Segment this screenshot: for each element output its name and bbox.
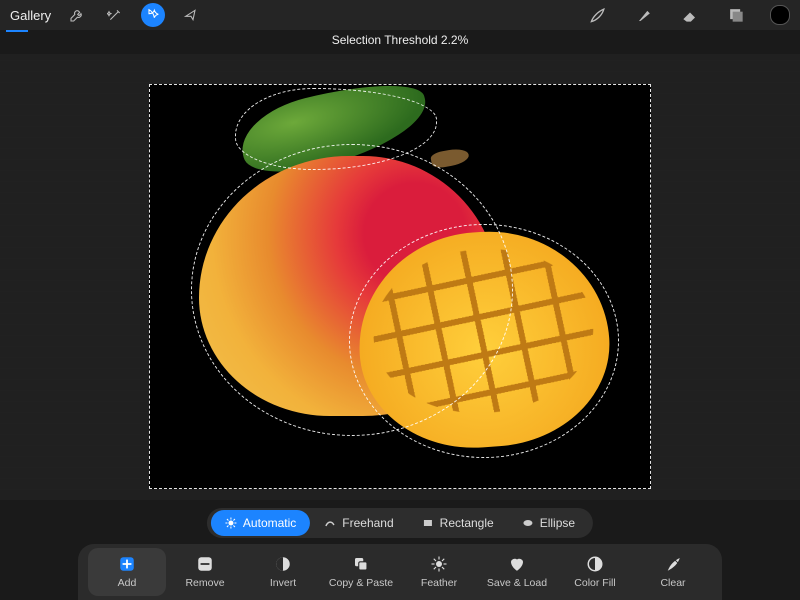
heart-icon (507, 555, 527, 573)
selection-marquee (149, 84, 651, 489)
action-label: Add (118, 577, 137, 589)
action-label: Copy & Paste (329, 577, 393, 589)
top-toolbar: Gallery (0, 0, 800, 30)
transform-arrow-icon[interactable] (179, 3, 203, 27)
gallery-button[interactable]: Gallery (10, 8, 51, 23)
action-invert[interactable]: Invert (244, 548, 322, 596)
action-add[interactable]: Add (88, 548, 166, 596)
remove-icon (195, 555, 215, 573)
brush-icon[interactable] (586, 3, 610, 27)
layers-icon[interactable] (724, 3, 748, 27)
freehand-icon (324, 517, 336, 529)
color-swatch[interactable] (770, 5, 790, 25)
selection-threshold-label: Selection Threshold 2.2% (332, 33, 469, 47)
action-save-load[interactable]: Save & Load (478, 548, 556, 596)
action-label: Clear (660, 577, 685, 589)
mode-rectangle[interactable]: Rectangle (408, 510, 508, 536)
action-feather[interactable]: Feather (400, 548, 478, 596)
action-label: Save & Load (487, 577, 547, 589)
selection-mode-bar: Automatic Freehand Rectangle Ellipse (207, 508, 593, 538)
mode-label: Automatic (243, 516, 296, 530)
invert-icon (273, 555, 293, 573)
rectangle-icon (422, 517, 434, 529)
copy-paste-icon (351, 555, 371, 573)
mode-label: Freehand (342, 516, 393, 530)
wrench-icon[interactable] (65, 3, 89, 27)
mode-automatic[interactable]: Automatic (211, 510, 310, 536)
clear-icon (663, 555, 683, 573)
action-label: Color Fill (574, 577, 615, 589)
action-remove[interactable]: Remove (166, 548, 244, 596)
canvas-area[interactable] (0, 54, 800, 500)
mode-label: Ellipse (540, 516, 575, 530)
action-clear[interactable]: Clear (634, 548, 712, 596)
action-label: Feather (421, 577, 457, 589)
magic-wand-icon[interactable] (103, 3, 127, 27)
mode-ellipse[interactable]: Ellipse (508, 510, 589, 536)
active-tool-indicator (6, 30, 28, 32)
action-label: Remove (185, 577, 224, 589)
canvas-frame[interactable] (149, 84, 651, 489)
selection-action-bar: Add Remove Invert Copy & Paste Feather S… (78, 544, 722, 600)
automatic-icon (225, 517, 237, 529)
smudge-icon[interactable] (632, 3, 656, 27)
action-label: Invert (270, 577, 296, 589)
sub-toolbar: Selection Threshold 2.2% (0, 30, 800, 54)
action-color-fill[interactable]: Color Fill (556, 548, 634, 596)
add-icon (117, 555, 137, 573)
mode-label: Rectangle (440, 516, 494, 530)
color-fill-icon (585, 555, 605, 573)
ellipse-icon (522, 517, 534, 529)
mode-freehand[interactable]: Freehand (310, 510, 407, 536)
feather-icon (429, 555, 449, 573)
eraser-icon[interactable] (678, 3, 702, 27)
selection-tool-icon[interactable] (141, 3, 165, 27)
action-copy-paste[interactable]: Copy & Paste (322, 548, 400, 596)
selection-panel: Automatic Freehand Rectangle Ellipse Add… (0, 500, 800, 600)
